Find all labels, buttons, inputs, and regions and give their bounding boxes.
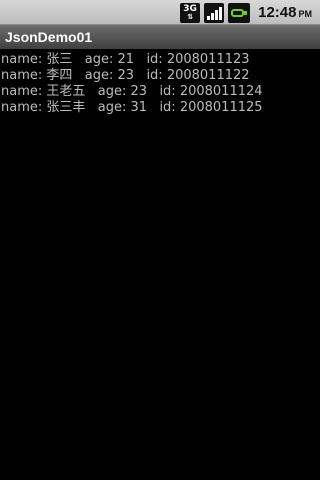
list-item: name: 张三 age: 21 id: 2008011123 (1, 52, 250, 67)
clock-time: 12:48 (258, 4, 297, 21)
phone-screen: 3G ⇅ 12:48 PM JsonDemo01 name: 张三 age: 21… (0, 0, 320, 480)
status-icons: 3G ⇅ 12:48 PM (180, 2, 312, 23)
list-item: name: 张三丰 age: 31 id: 2008011125 (1, 100, 263, 115)
clock-ampm: PM (298, 9, 313, 19)
3g-data-icon: 3G ⇅ (180, 2, 201, 23)
status-bar: 3G ⇅ 12:48 PM (0, 0, 320, 25)
signal-strength-icon (204, 2, 225, 23)
data-arrows-icon: ⇅ (187, 12, 194, 21)
status-clock: 12:48 PM (258, 4, 312, 21)
battery-charging-icon (228, 2, 251, 23)
student-list: name: 张三 age: 21 id: 2008011123 name: 李四… (0, 52, 320, 116)
app-title: JsonDemo01 (5, 29, 93, 45)
list-item: name: 王老五 age: 23 id: 2008011124 (1, 84, 263, 99)
app-title-bar: JsonDemo01 (0, 25, 320, 49)
list-item: name: 李四 age: 23 id: 2008011122 (1, 68, 250, 83)
